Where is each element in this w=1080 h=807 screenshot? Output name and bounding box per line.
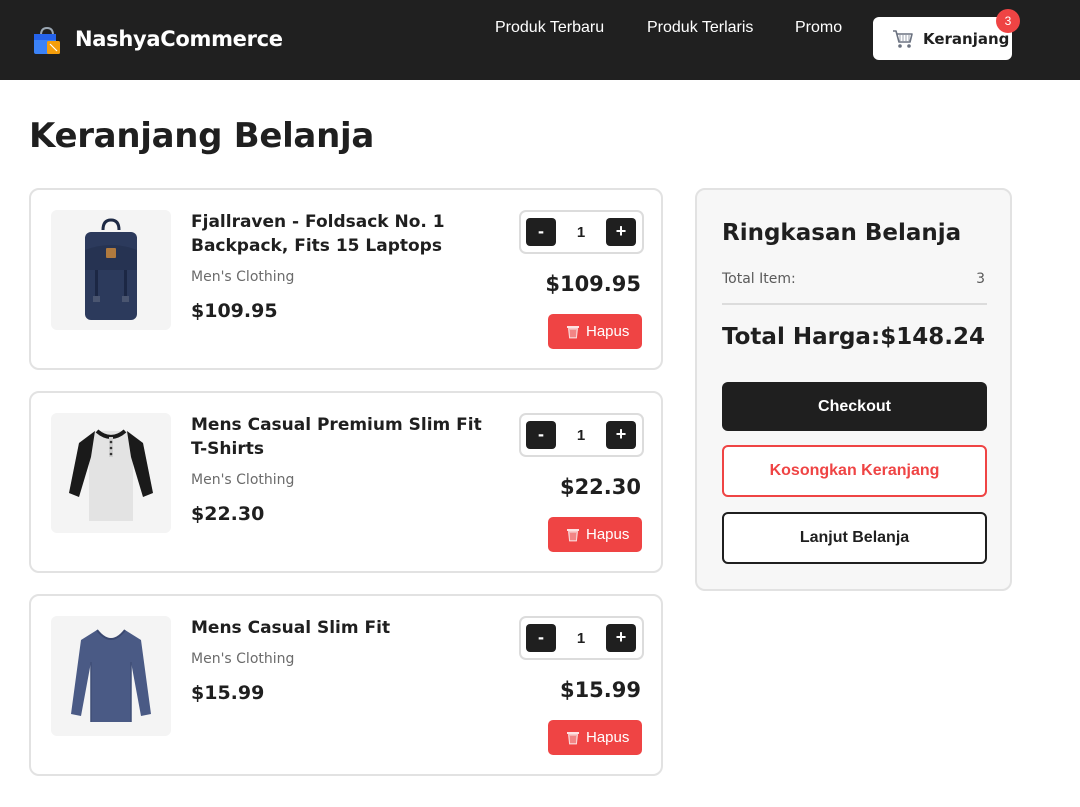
cart-item-card: Fjallraven - Foldsack No. 1 Backpack, Fi… (29, 188, 663, 370)
product-image (51, 210, 171, 330)
quantity-value[interactable]: 1 (561, 630, 601, 647)
total-items-label: Total Item: (722, 271, 796, 287)
item-subtotal: $109.95 (545, 272, 641, 296)
continue-shopping-button[interactable]: Lanjut Belanja (722, 512, 987, 564)
shopping-cart-icon (893, 30, 913, 48)
trash-icon (567, 326, 579, 339)
empty-cart-button[interactable]: Kosongkan Keranjang (722, 445, 987, 497)
summary-title: Ringkasan Belanja (722, 220, 962, 246)
nav-link-promo[interactable]: Promo (795, 19, 842, 37)
raglan-shirt-icon (69, 429, 153, 521)
remove-button-label: Hapus (586, 729, 630, 746)
quantity-stepper: - 1 + (519, 616, 644, 660)
total-price-label: Total Harga: (722, 324, 881, 350)
decrease-quantity-button[interactable]: - (526, 421, 556, 449)
remove-item-button[interactable]: Hapus (548, 314, 642, 349)
quantity-stepper: - 1 + (519, 210, 644, 254)
brand-name[interactable]: NashyaCommerce (75, 27, 283, 51)
product-image (51, 413, 171, 533)
decrease-quantity-button[interactable]: - (526, 218, 556, 246)
decrease-quantity-button[interactable]: - (526, 624, 556, 652)
increase-quantity-button[interactable]: + (606, 624, 636, 652)
product-category: Men's Clothing (191, 651, 295, 667)
remove-item-button[interactable]: Hapus (548, 720, 642, 755)
trash-icon (567, 529, 579, 542)
product-category: Men's Clothing (191, 472, 295, 488)
page-title: Keranjang Belanja (29, 116, 374, 156)
item-subtotal: $22.30 (559, 475, 641, 499)
product-image (51, 616, 171, 736)
nav-link-produk-terlaris[interactable]: Produk Terlaris (647, 19, 753, 37)
summary-divider (722, 303, 987, 305)
product-name[interactable]: Mens Casual Premium Slim Fit T-Shirts (191, 413, 491, 461)
cart-count-badge: 3 (996, 9, 1020, 33)
backpack-icon (85, 218, 137, 320)
product-price: $109.95 (191, 300, 278, 322)
nav-link-produk-terbaru[interactable]: Produk Terbaru (495, 19, 604, 37)
product-price: $15.99 (191, 682, 265, 704)
cart-item-card: Mens Casual Premium Slim Fit T-Shirts Me… (29, 391, 663, 573)
product-price: $22.30 (191, 503, 265, 525)
cart-item-card: Mens Casual Slim Fit Men's Clothing $15.… (29, 594, 663, 776)
checkout-button[interactable]: Checkout (722, 382, 987, 431)
item-subtotal: $15.99 (559, 678, 641, 702)
quantity-value[interactable]: 1 (561, 224, 601, 241)
remove-item-button[interactable]: Hapus (548, 517, 642, 552)
top-navbar: NashyaCommerce Produk Terbaru Produk Ter… (0, 0, 1080, 80)
increase-quantity-button[interactable]: + (606, 421, 636, 449)
cart-button[interactable]: Keranjang (873, 17, 1012, 60)
remove-button-label: Hapus (586, 526, 630, 543)
remove-button-label: Hapus (586, 323, 630, 340)
quantity-value[interactable]: 1 (561, 427, 601, 444)
product-name[interactable]: Mens Casual Slim Fit (191, 616, 491, 640)
product-category: Men's Clothing (191, 269, 295, 285)
total-items-value: 3 (976, 271, 985, 287)
cart-button-label: Keranjang (923, 30, 1010, 48)
increase-quantity-button[interactable]: + (606, 218, 636, 246)
quantity-stepper: - 1 + (519, 413, 644, 457)
trash-icon (567, 732, 579, 745)
shopping-bag-logo-icon[interactable] (32, 26, 62, 56)
product-name[interactable]: Fjallraven - Foldsack No. 1 Backpack, Fi… (191, 210, 491, 258)
total-price-value: $148.24 (880, 324, 985, 350)
order-summary-panel: Ringkasan Belanja Total Item: 3 Total Ha… (695, 188, 1012, 591)
longsleeve-shirt-icon (71, 629, 151, 722)
